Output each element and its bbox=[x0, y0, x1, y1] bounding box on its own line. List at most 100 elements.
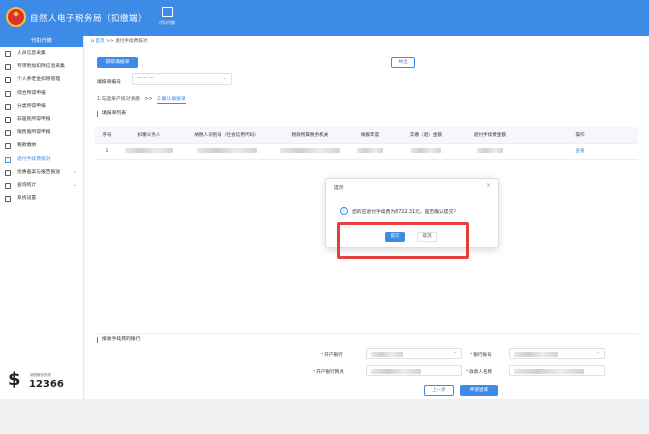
export-button[interactable]: 导出 bbox=[391, 57, 415, 68]
step-1[interactable]: 1.勾选单户核对清册 bbox=[97, 97, 140, 102]
breadcrumb-home[interactable]: 首页 bbox=[95, 39, 104, 44]
sidebar-item[interactable]: 限售股所得申报 bbox=[0, 126, 83, 139]
id-card-icon bbox=[5, 64, 11, 71]
payee-input[interactable] bbox=[509, 365, 605, 376]
sidebar-item[interactable]: 查询统计 ⌄ bbox=[0, 179, 83, 192]
sidebar-item-label: 专项附加扣除信息采集 bbox=[17, 64, 65, 70]
chart-icon bbox=[5, 130, 11, 137]
tax-authority-cell bbox=[274, 143, 346, 160]
column-header: 序号 bbox=[95, 127, 119, 144]
sidebar-item[interactable]: 系统设置 bbox=[0, 192, 83, 205]
step-separator: >> bbox=[144, 97, 153, 102]
actual-amount-cell bbox=[394, 143, 458, 160]
document-icon bbox=[5, 77, 11, 84]
report-number-value: — — — bbox=[137, 76, 154, 81]
bank-label: *开户银行 bbox=[321, 353, 343, 358]
get-report-button[interactable]: 获取填报单 bbox=[97, 57, 138, 68]
grid-icon bbox=[5, 90, 11, 97]
sidebar-header: 代扣代缴 bbox=[0, 36, 83, 47]
sidebar-item[interactable]: 优惠备案与报告报送 ⌄ bbox=[0, 166, 83, 179]
sidebar-item[interactable]: 税款缴纳 bbox=[0, 139, 83, 152]
highlight-annotation bbox=[337, 222, 469, 259]
action-cell: 查看 bbox=[522, 143, 638, 160]
info-icon: i bbox=[340, 207, 348, 215]
step-indicator: 1.勾选单户核对清册 >> 2.确认填报单 bbox=[97, 95, 186, 104]
table-row: 1 查看 bbox=[95, 143, 638, 160]
sidebar-item[interactable]: 个人养老金扣除管理 bbox=[0, 73, 83, 86]
payee-label: *收款人名称 bbox=[466, 370, 493, 375]
apply-refund-button[interactable]: 申请退库 bbox=[460, 385, 498, 396]
sidebar-item-label: 退付手续费核对 bbox=[17, 156, 51, 162]
fee-amount-cell bbox=[458, 143, 522, 160]
tax-emblem-icon bbox=[6, 7, 26, 27]
report-year-cell bbox=[346, 143, 394, 160]
breadcrumb-current: 退付手续费核对 bbox=[115, 39, 148, 44]
report-number-select[interactable]: — — — ⌄ bbox=[132, 73, 232, 85]
document-icon bbox=[5, 169, 11, 176]
hotline-number: 12366 bbox=[29, 379, 64, 390]
sidebar-item-label: 分类所得申报 bbox=[17, 103, 46, 109]
sidebar-item[interactable]: 分类所得申报 bbox=[0, 100, 83, 113]
sidebar-item-label: 个人养老金扣除管理 bbox=[17, 77, 61, 83]
view-link[interactable]: 查看 bbox=[575, 149, 584, 154]
chevron-down-icon: ⌄ bbox=[72, 181, 77, 188]
branch-label: *开户银行网点 bbox=[313, 370, 344, 375]
hotline-caption: 纳税服务热线 bbox=[30, 373, 51, 377]
column-header: 填报年度 bbox=[346, 127, 394, 144]
top-bar: 自然人电子税务局（扣缴端） 代扣代缴 bbox=[0, 0, 649, 36]
bank-section-title: 接收手续费的银行 bbox=[97, 337, 140, 343]
sidebar-item[interactable]: 专项附加扣除信息采集 bbox=[0, 60, 83, 73]
sidebar-item[interactable]: 非居民所得申报 bbox=[0, 113, 83, 126]
sidebar: 代扣代缴 人员信息采集专项附加扣除信息采集 个人养老金扣除管理 综合所得申报 分类所得… bbox=[0, 36, 84, 399]
column-header: 纳税人识别号（社会信用代码） bbox=[179, 127, 274, 144]
app-title: 自然人电子税务局（扣缴端） bbox=[30, 14, 148, 24]
folder-icon bbox=[5, 143, 11, 150]
table-header-row: 序号 扣缴义务人 纳税人识别号（社会信用代码） 税款所属税务机关 填报年度 实缴（退）金额… bbox=[95, 127, 638, 144]
sidebar-item-label: 税款缴纳 bbox=[17, 143, 37, 149]
tool-label: 代扣代缴 bbox=[159, 20, 175, 25]
sidebar-item-label: 综合所得申报 bbox=[17, 90, 46, 96]
sidebar-item-label: 优惠备案与报告报送 bbox=[17, 169, 61, 175]
sidebar-item-label: 系统设置 bbox=[17, 196, 37, 202]
account-select[interactable]: ⌄ bbox=[509, 348, 605, 359]
breadcrumb-separator: >> bbox=[106, 39, 114, 44]
home-icon[interactable]: ⌂ bbox=[91, 39, 94, 44]
column-header: 操作 bbox=[522, 127, 638, 144]
report-list-title: 填报单列表 bbox=[97, 111, 126, 117]
app-window: 自然人电子税务局（扣缴端） 代扣代缴 代扣代缴 人员信息采集专项附加扣除信息采集… bbox=[0, 0, 649, 434]
withholding-agent-cell bbox=[119, 143, 179, 160]
person-icon bbox=[5, 51, 11, 57]
footer-strip bbox=[0, 399, 649, 434]
report-number-label: 填报单编号 bbox=[97, 80, 121, 85]
previous-step-button[interactable]: 上一步 bbox=[424, 385, 454, 396]
breadcrumb: ⌂ 首页 >> 退付手续费核对 bbox=[91, 38, 147, 44]
sidebar-item[interactable]: 退付手续费核对 bbox=[0, 153, 83, 166]
sidebar-item-label: 非居民所得申报 bbox=[17, 116, 51, 122]
chevron-down-icon: ⌄ bbox=[223, 76, 227, 81]
sidebar-item[interactable]: 人员信息采集 bbox=[0, 47, 83, 60]
hotline-mark-icon: $ bbox=[8, 369, 21, 390]
step-2[interactable]: 2.确认填报单 bbox=[157, 97, 186, 104]
chevron-down-icon: ⌄ bbox=[453, 350, 457, 355]
close-icon[interactable]: × bbox=[486, 182, 491, 189]
withholding-tool-button[interactable]: 代扣代缴 bbox=[152, 7, 182, 26]
hotline-logo: $ 纳税服务热线 12366 bbox=[8, 370, 78, 394]
sidebar-menu: 人员信息采集专项附加扣除信息采集 个人养老金扣除管理 综合所得申报 分类所得申报 非居民… bbox=[0, 47, 83, 205]
sidebar-item-label: 人员信息采集 bbox=[17, 51, 46, 56]
search-icon bbox=[5, 182, 11, 189]
gear-icon bbox=[5, 196, 11, 203]
sidebar-item[interactable]: 综合所得申报 bbox=[0, 87, 83, 100]
bank-select[interactable]: ⌄ bbox=[366, 348, 462, 359]
account-label: *银行账号 bbox=[470, 353, 492, 358]
column-header: 实缴（退）金额 bbox=[394, 127, 458, 144]
branch-input[interactable] bbox=[366, 365, 462, 376]
row-index: 1 bbox=[95, 143, 119, 160]
dialog-title: 提示 bbox=[334, 186, 344, 191]
person-icon bbox=[5, 116, 11, 123]
circle-icon bbox=[5, 103, 11, 110]
column-header: 扣缴义务人 bbox=[119, 127, 179, 144]
dialog-message: 您的应退付手续费为8722.31元，是否确认提交？ bbox=[352, 210, 459, 215]
chevron-down-icon: ⌄ bbox=[72, 168, 77, 175]
chevron-down-icon: ⌄ bbox=[596, 350, 600, 355]
taxpayer-id-cell bbox=[179, 143, 274, 160]
